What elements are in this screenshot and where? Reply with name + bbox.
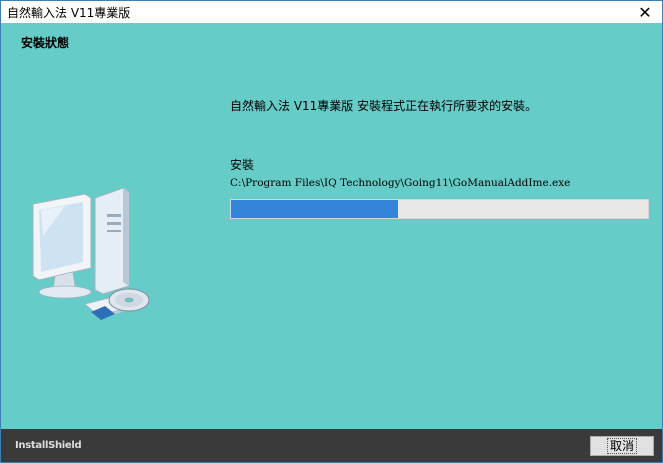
title-bar: 自然輸入法 V11專業版 ✕ [1,1,662,23]
installer-window: 自然輸入法 V11專業版 ✕ 安裝狀態 自然輸入法 V11專業版 安裝程式正在執… [0,0,663,463]
window-title: 自然輸入法 V11專業版 [7,6,131,20]
cancel-button[interactable]: 取消 [590,436,654,456]
current-action-label: 安裝 [230,158,255,172]
current-file-path: C:\Program Files\IQ Technology\Going11\G… [230,177,571,189]
progress-fill [231,200,398,218]
computer-with-cd-icon [32,187,150,320]
footer-bar: InstallShield 取消 [1,429,662,462]
main-panel: 安裝狀態 自然輸入法 V11專業版 安裝程式正在執行所要求的安裝。 安裝 C:\… [1,23,662,429]
close-icon: ✕ [638,2,652,22]
installshield-brand: InstallShield [15,440,82,451]
cancel-button-label: 取消 [606,438,637,454]
close-button[interactable]: ✕ [628,1,662,23]
progress-bar [230,199,649,219]
page-title: 安裝狀態 [21,36,70,50]
install-status-message: 自然輸入法 V11專業版 安裝程式正在執行所要求的安裝。 [230,99,538,113]
